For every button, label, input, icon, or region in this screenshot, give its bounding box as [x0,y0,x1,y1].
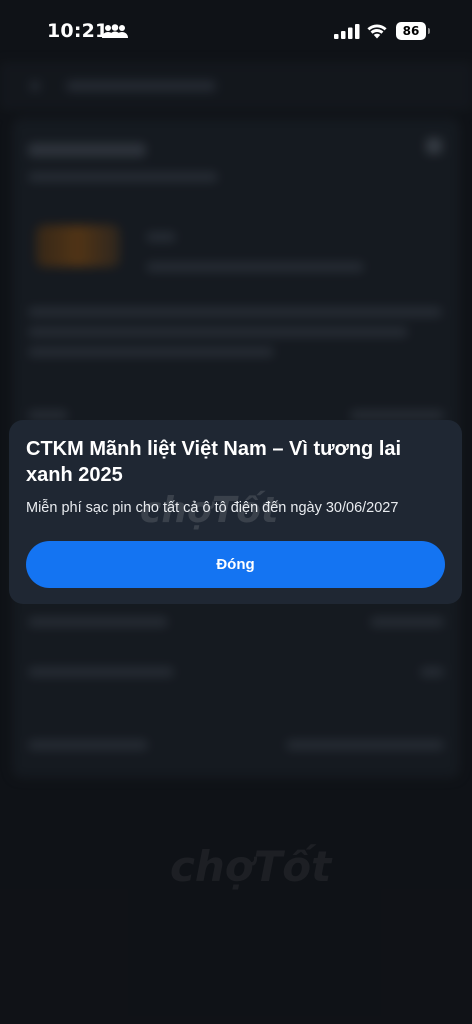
watermark-logo: chợTốt [140,490,279,531]
battery-indicator: 86 [396,22,426,40]
close-button[interactable]: Đóng [26,541,445,588]
people-icon [102,24,128,38]
watermark-logo-bottom: chợTốt [170,842,332,891]
dialog-title: CTKM Mãnh liệt Việt Nam – Vì tương lai x… [26,438,402,486]
wifi-icon [367,24,387,39]
status-bar: 10:21 86 [0,0,472,62]
cellular-signal-icon [334,24,360,39]
battery-tip [428,28,430,34]
status-time: 10:21 [47,20,109,42]
